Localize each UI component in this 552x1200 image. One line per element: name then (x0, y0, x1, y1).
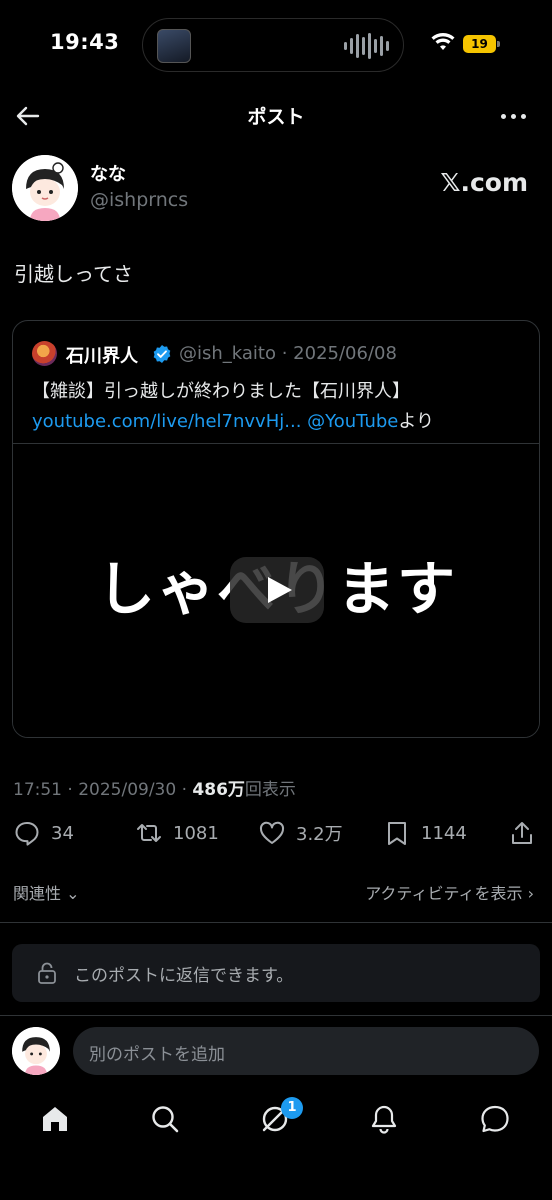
battery-indicator: 19 (463, 35, 500, 53)
like-button[interactable]: 3.2万 (258, 814, 343, 852)
repost-button[interactable]: 1081 (135, 814, 219, 852)
top-bar: ポスト (0, 90, 552, 142)
messages-icon[interactable] (478, 1102, 512, 1136)
compose-input[interactable]: 別のポストを追加 (73, 1027, 539, 1075)
author-avatar[interactable] (12, 155, 78, 221)
youtube-mention[interactable]: @YouTube (307, 411, 398, 432)
status-bar: 19:43 19 (0, 0, 552, 90)
youtube-link[interactable]: youtube.com/live/hel7nvvHj... (32, 411, 301, 432)
audio-waveform-icon (344, 32, 389, 60)
quoted-author-avatar[interactable] (32, 341, 57, 366)
post-timestamp: 17:51 · 2025/09/30 · 486万回表示 (13, 775, 296, 800)
source-watermark: 𝕏.com (440, 168, 528, 197)
notifications-bell-icon[interactable] (367, 1102, 401, 1136)
play-button-icon[interactable] (230, 557, 324, 623)
quoted-post-links: youtube.com/live/hel7nvvHj... @YouTubeより (32, 407, 434, 433)
post-time-date: 17:51 · 2025/09/30 · (13, 780, 193, 800)
my-avatar[interactable] (12, 1027, 60, 1075)
quoted-post-meta: @ish_kaito · 2025/06/08 (179, 343, 397, 364)
chevron-down-icon: ⌄ (66, 884, 80, 903)
sort-dropdown[interactable]: 関連性 ⌄ (13, 880, 80, 904)
view-count[interactable]: 486万 (192, 780, 245, 800)
bookmark-count: 1144 (421, 822, 467, 844)
view-label: 回表示 (244, 780, 296, 800)
status-time: 19:43 (50, 30, 120, 54)
quoted-author-name[interactable]: 石川界人 (66, 342, 138, 368)
sort-label: 関連性 (13, 884, 62, 903)
chevron-right-icon: › (527, 884, 534, 903)
bookmark-icon (388, 822, 406, 845)
reply-restriction-notice: このポストに返信できます。 (12, 944, 540, 1002)
bottom-navigation (0, 1092, 552, 1152)
repost-icon (137, 824, 161, 842)
reply-icon (15, 822, 39, 846)
quoted-suffix: より (398, 411, 434, 432)
video-thumbnail[interactable]: しゃべります (13, 443, 539, 737)
repost-count: 1081 (173, 822, 219, 844)
divider (0, 1015, 552, 1016)
home-icon[interactable] (38, 1102, 72, 1136)
search-icon[interactable] (148, 1102, 182, 1136)
reply-count: 34 (51, 822, 74, 844)
bookmark-button[interactable]: 1144 (383, 814, 467, 852)
tweet-text: 引越しってさ (14, 262, 133, 286)
notification-badge: 1 (281, 1097, 303, 1119)
author-handle[interactable]: @ishprncs (90, 189, 188, 211)
quoted-post-text: 【雑談】引っ越しが終わりました【石川界人】 (32, 381, 410, 402)
activity-label: アクティビティを表示 (365, 884, 523, 903)
reply-button[interactable]: 34 (13, 814, 74, 852)
more-options-icon[interactable] (501, 114, 526, 119)
lock-icon (38, 962, 56, 984)
reply-restriction-text: このポストに返信できます。 (74, 966, 294, 986)
quoted-post-card[interactable]: 石川界人 @ish_kaito · 2025/06/08 【雑談】引っ越しが終わ… (12, 320, 540, 738)
now-playing-artwork (157, 29, 191, 63)
divider (0, 922, 552, 923)
share-button[interactable] (508, 814, 536, 852)
action-bar: 34 1081 3.2万 1144 (0, 814, 552, 852)
verified-badge-icon (153, 345, 171, 363)
view-activity-link[interactable]: アクティビティを表示 › (365, 880, 534, 904)
heart-icon (259, 821, 285, 844)
home-indicator (196, 1180, 356, 1185)
share-icon (512, 822, 532, 844)
wifi-icon (431, 33, 455, 50)
author-name[interactable]: なな (90, 160, 126, 186)
compose-placeholder: 別のポストを追加 (89, 1045, 225, 1065)
page-title: ポスト (247, 106, 305, 128)
like-count: 3.2万 (296, 824, 343, 845)
dynamic-island[interactable] (142, 18, 404, 72)
